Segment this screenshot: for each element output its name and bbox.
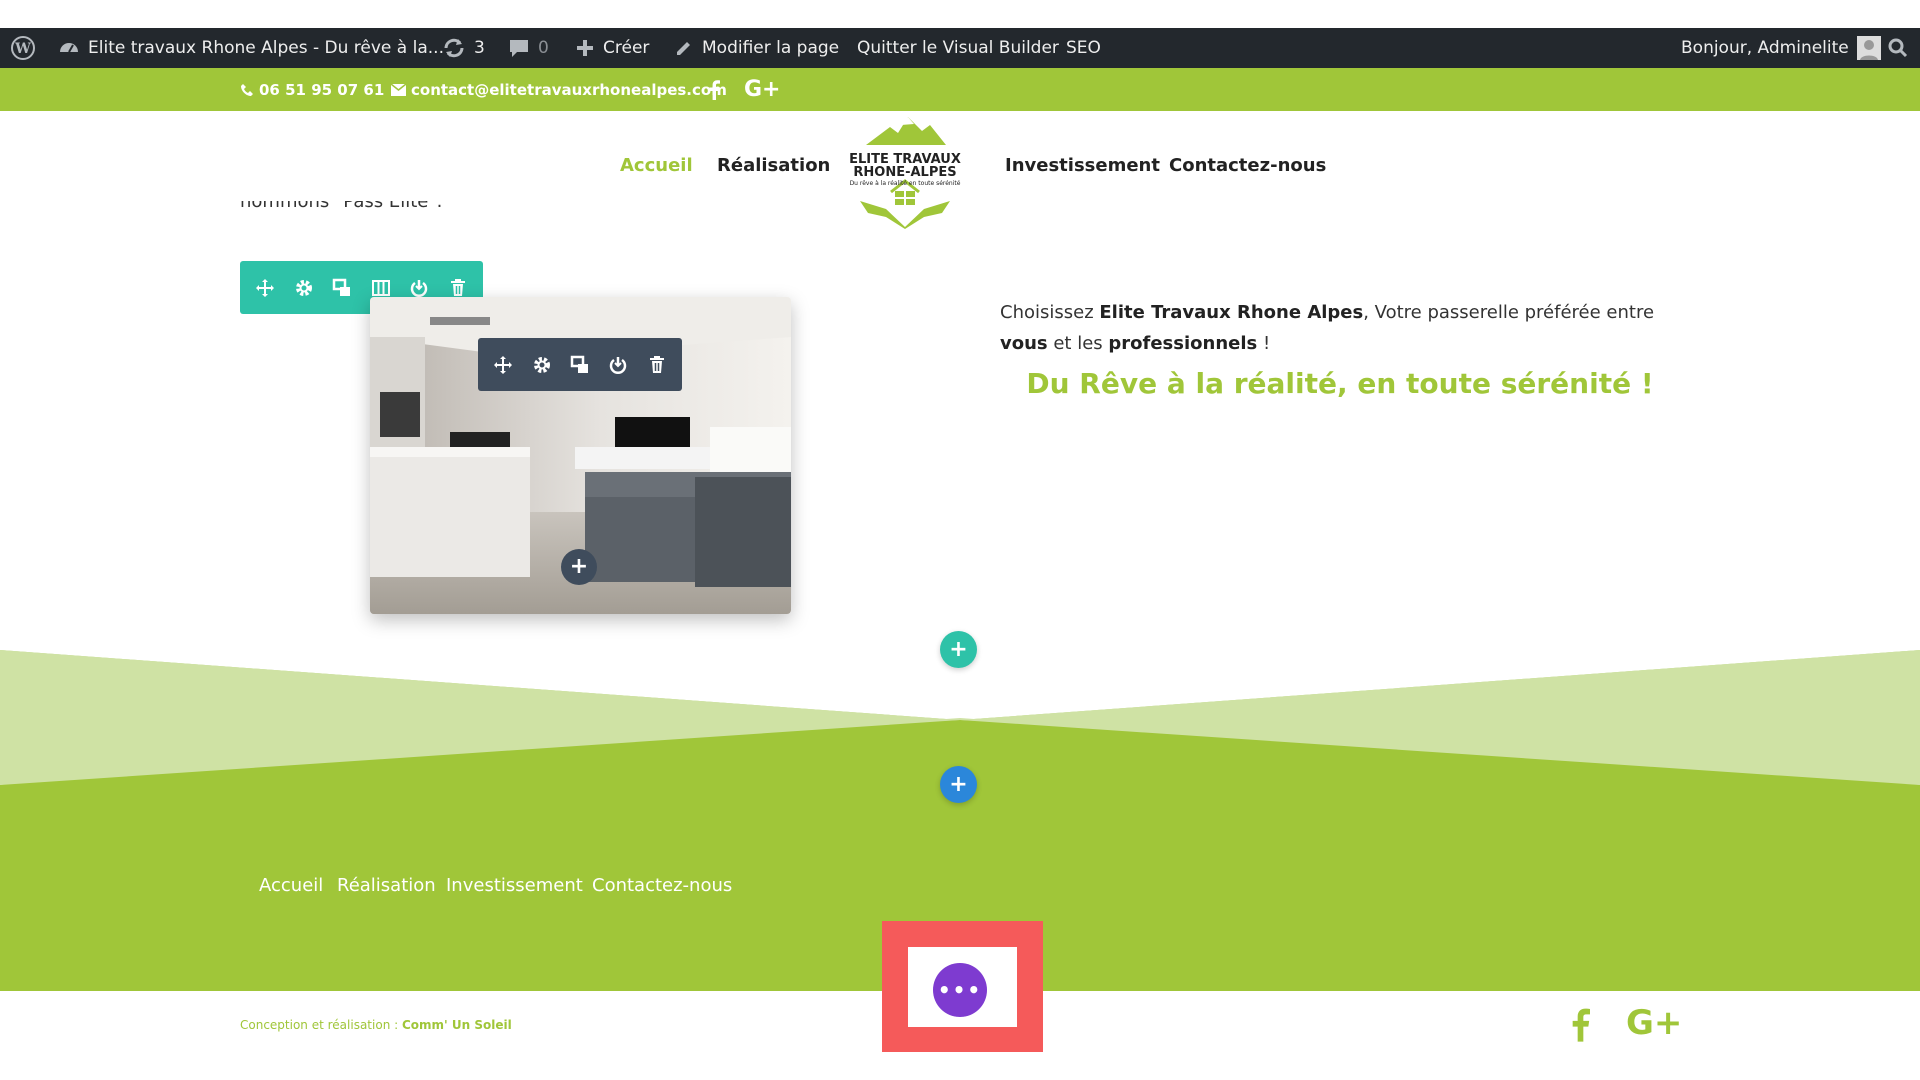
plus-icon: +: [569, 554, 589, 579]
credit-name[interactable]: Comm' Un Soleil: [402, 1018, 512, 1032]
plus-icon: +: [949, 771, 968, 797]
intro-text-1: Choisissez: [1000, 302, 1100, 323]
intro-text-2: , Votre passerelle préférée entre: [1363, 302, 1655, 323]
nav-item-investissement[interactable]: Investissement: [1005, 155, 1160, 176]
facebook-icon: [709, 79, 720, 100]
phone-link[interactable]: 06 51 95 07 61: [240, 68, 384, 111]
search-button[interactable]: [1887, 28, 1909, 68]
seo-label: SEO: [1066, 38, 1101, 58]
email-address: contact@elitetravauxrhonealpes.com: [411, 80, 727, 99]
add-module-button[interactable]: +: [561, 549, 597, 585]
account-menu[interactable]: Bonjour, Adminelite: [1681, 28, 1881, 68]
site-logo[interactable]: ELITE TRAVAUX RHONE-ALPES Du rêve à la r…: [846, 113, 964, 229]
footer-link-contactez-nous[interactable]: Contactez-nous: [592, 875, 732, 896]
intro-text-3: et les: [1047, 333, 1109, 354]
avatar: [1856, 36, 1881, 60]
module-settings-toolbar: [478, 338, 682, 391]
intro-brand: Elite Travaux Rhone Alpes: [1099, 302, 1364, 323]
add-row-button[interactable]: +: [940, 631, 977, 668]
builder-options-button[interactable]: •••: [933, 963, 987, 1017]
credit-prefix: Conception et réalisation :: [240, 1018, 402, 1032]
search-icon: [1888, 38, 1908, 58]
move-icon[interactable]: [252, 275, 278, 301]
gear-icon[interactable]: [291, 275, 317, 301]
email-link[interactable]: contact@elitetravauxrhonealpes.com: [391, 68, 727, 111]
nav-item-contactez-nous[interactable]: Contactez-nous: [1169, 155, 1326, 176]
wp-admin-bar: W Elite travaux Rhone Alpes - Du rêve à …: [0, 28, 1920, 68]
google-plus-link[interactable]: G+: [744, 68, 781, 111]
updates-count: 3: [474, 38, 485, 58]
power-icon[interactable]: [605, 352, 631, 378]
pencil-icon: [677, 42, 690, 55]
plus-icon: [577, 40, 593, 56]
top-contact-bar: 06 51 95 07 61 contact@elitetravauxrhone…: [0, 68, 1920, 111]
ellipsis-icon: •••: [937, 978, 983, 1002]
greeting-label: Bonjour, Adminelite: [1681, 38, 1849, 58]
edit-page-button[interactable]: Modifier la page: [674, 28, 839, 68]
site-title: Elite travaux Rhone Alpes - Du rêve à la…: [88, 38, 444, 58]
intro-pros: professionnels: [1108, 333, 1258, 354]
footer-facebook-link[interactable]: [1570, 1008, 1590, 1046]
create-menu[interactable]: Créer: [575, 28, 649, 68]
phone-icon: [241, 83, 253, 96]
move-icon[interactable]: [490, 352, 516, 378]
footer-credit: Conception et réalisation : Comm' Un Sol…: [240, 1018, 512, 1032]
wordpress-icon: W: [11, 36, 35, 60]
dashboard-icon: [60, 43, 78, 53]
footer-link-realisation[interactable]: Réalisation: [337, 875, 436, 896]
comments-count: 0: [538, 38, 549, 58]
nav-item-accueil[interactable]: Accueil: [620, 155, 693, 176]
logo-tagline: Du rêve à la réalité en toute sérénité: [849, 180, 961, 187]
slogan-heading: Du Rêve à la réalité, en toute sérénité …: [1026, 367, 1654, 400]
footer-google-plus-link[interactable]: G+: [1626, 1003, 1682, 1043]
quit-visual-builder-label: Quitter le Visual Builder: [857, 38, 1059, 58]
comments-button[interactable]: 0: [508, 28, 549, 68]
refresh-icon: [444, 38, 464, 58]
updates-button[interactable]: 3: [442, 28, 485, 68]
wordpress-logo-button[interactable]: W: [10, 28, 36, 68]
gear-icon[interactable]: [529, 352, 555, 378]
trash-icon[interactable]: [644, 352, 670, 378]
seo-menu[interactable]: SEO: [1066, 28, 1101, 68]
create-label: Créer: [603, 38, 650, 58]
facebook-link[interactable]: [708, 68, 720, 111]
google-plus-icon: G+: [1626, 1003, 1683, 1043]
add-section-button[interactable]: +: [940, 766, 977, 803]
duplicate-icon[interactable]: [567, 352, 593, 378]
nav-item-realisation[interactable]: Réalisation: [717, 155, 830, 176]
site-name-menu[interactable]: Elite travaux Rhone Alpes - Du rêve à la…: [58, 28, 444, 68]
quit-visual-builder-button[interactable]: Quitter le Visual Builder: [857, 28, 1059, 68]
footer-link-accueil[interactable]: Accueil: [259, 875, 323, 896]
facebook-icon: [1572, 1008, 1590, 1042]
duplicate-icon[interactable]: [329, 275, 355, 301]
logo-title-line2: RHONE-ALPES: [853, 165, 957, 180]
comment-icon: [510, 40, 528, 57]
edit-page-label: Modifier la page: [702, 38, 840, 58]
intro-paragraph: Choisissez Elite Travaux Rhone Alpes, Vo…: [1000, 297, 1700, 359]
envelope-icon: [391, 83, 406, 96]
phone-number: 06 51 95 07 61: [259, 80, 385, 99]
intro-text-4: !: [1257, 333, 1271, 354]
google-plus-icon: G+: [744, 77, 781, 102]
svg-text:W: W: [14, 41, 31, 57]
footer-link-investissement[interactable]: Investissement: [446, 875, 583, 896]
intro-you: vous: [1000, 333, 1048, 354]
plus-icon: +: [949, 636, 968, 662]
